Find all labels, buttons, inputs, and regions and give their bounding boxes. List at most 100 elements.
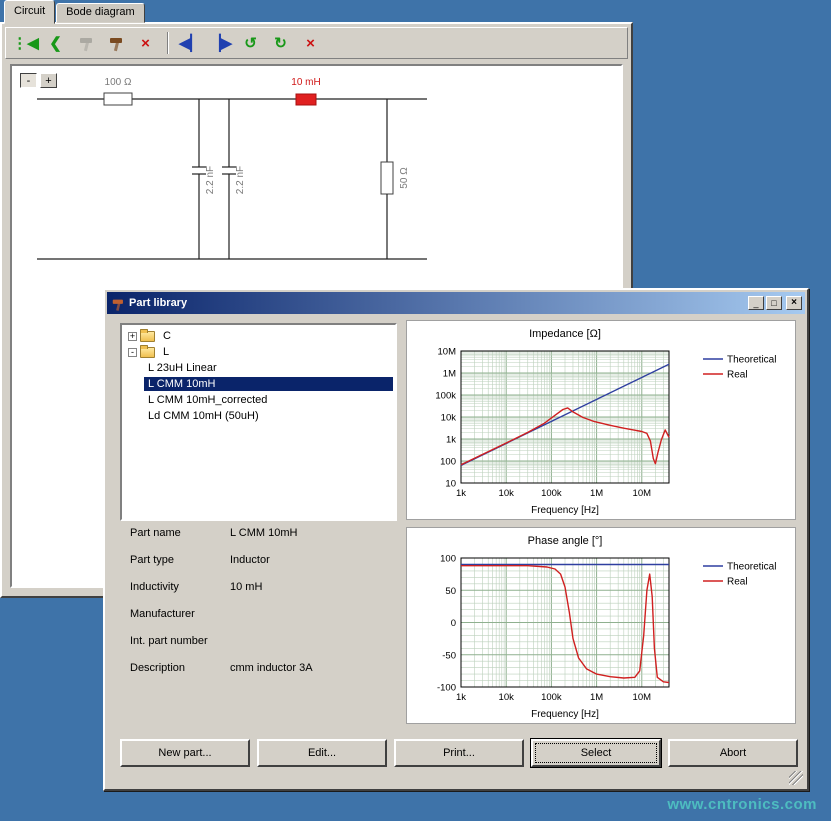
detail-row: Part typeInductor [120,554,397,581]
svg-text:1k: 1k [456,692,466,703]
svg-text:100k: 100k [435,391,456,402]
tree-folder[interactable]: +C [124,328,393,344]
tree-item[interactable]: L 23uH Linear [124,360,393,376]
edit-part-disabled-icon [72,30,99,56]
next-node-icon[interactable]: ▕▶ [207,30,234,56]
tree-item[interactable]: Ld CMM 10mH (50uH) [124,408,393,424]
svg-text:10M: 10M [438,347,457,358]
part-library-icon [110,296,125,311]
part-library-icon [108,35,124,51]
svg-text:Real: Real [727,370,748,381]
inductor-label: 10 mH [291,77,320,88]
part-library-icon[interactable] [102,30,129,56]
svg-text:10: 10 [445,479,456,490]
detail-row: Descriptioncmm inductor 3A [120,662,397,689]
delete-wire-icon[interactable]: × [297,30,324,56]
svg-text:100: 100 [440,457,456,468]
resistor-load-label: 50 Ω [399,167,410,189]
tree-item-label: L [159,345,173,359]
tree-item[interactable]: L CMM 10mH_corrected [124,392,393,408]
close-button[interactable]: × [786,296,802,310]
svg-text:50: 50 [445,586,456,597]
detail-value: cmm inductor 3A [230,662,397,674]
toolbar-separator [167,32,169,54]
insert-before-icon[interactable]: ⋮◀ [12,30,39,56]
prev-node-icon[interactable]: ◀▏ [177,30,204,56]
resistor-load[interactable] [381,162,393,194]
tab-circuit[interactable]: Circuit [4,0,55,24]
delete-part-icon[interactable]: × [132,30,159,56]
toolbar: ⋮◀❮×◀▏▕▶↺↻× [5,27,628,59]
tab-strip: Circuit Bode diagram [4,0,146,23]
select-button[interactable]: Select [531,739,661,767]
dialog-title: Part library [129,297,748,309]
zoom-controls: - + [20,73,57,88]
tree-item-label: Ld CMM 10mH (50uH) [144,409,263,423]
detail-row: Inductivity10 mH [120,581,397,608]
dialog-buttons: New part...Edit...Print...SelectAbort [108,739,808,769]
tree-folder[interactable]: -L [124,344,393,360]
detail-row: Int. part number [120,635,397,662]
edit-button[interactable]: Edit... [257,739,387,767]
svg-text:1M: 1M [590,488,603,499]
svg-text:Theoretical: Theoretical [727,562,776,573]
svg-text:100: 100 [440,554,456,565]
resize-grip[interactable] [789,771,803,785]
detail-value: Inductor [230,554,397,566]
svg-text:100k: 100k [541,488,562,499]
svg-text:Theoretical: Theoretical [727,355,776,366]
folder-icon [140,347,155,358]
part-library-dialog: Part library _ □ × +C-LL 23uH LinearL CM… [103,288,809,791]
new-part-button[interactable]: New part... [120,739,250,767]
svg-text:100k: 100k [541,692,562,703]
impedance-chart: 1k10k100k1M10M10M1M100k10k1k10010Impedan… [406,320,796,520]
maximize-button[interactable]: □ [766,296,782,310]
svg-text:Frequency [Hz]: Frequency [Hz] [531,709,599,720]
tree-item-label: L 23uH Linear [144,361,221,375]
rotate-cw-icon[interactable]: ↻ [267,30,294,56]
detail-label: Description [120,662,230,674]
dialog-body: +C-LL 23uH LinearL CMM 10mHL CMM 10mH_co… [108,315,804,786]
svg-text:Frequency [Hz]: Frequency [Hz] [531,505,599,516]
zoom-out-button[interactable]: - [20,73,37,88]
window-buttons: _ □ × [748,296,802,310]
minimize-button[interactable]: _ [748,296,764,310]
expand-icon[interactable]: + [128,332,137,341]
tree-item-label: L CMM 10mH [144,377,393,391]
insert-after-icon[interactable]: ❮ [42,30,69,56]
resistor-series[interactable] [104,93,132,105]
print-button[interactable]: Print... [394,739,524,767]
edit-part-disabled-icon [78,35,94,51]
inductor-cmm[interactable] [296,94,316,105]
svg-text:1k: 1k [456,488,466,499]
svg-text:10k: 10k [499,692,515,703]
svg-text:10k: 10k [441,413,457,424]
folder-icon [140,331,155,342]
collapse-icon[interactable]: - [128,348,137,357]
svg-text:Real: Real [727,577,748,588]
dialog-titlebar[interactable]: Part library _ □ × [107,292,805,314]
watermark: www.cntronics.com [667,796,817,813]
phase-chart: 1k10k100k1M10M100500-50-100Phase angle [… [406,527,796,724]
detail-row: Part nameL CMM 10mH [120,527,397,554]
svg-text:1M: 1M [443,369,456,380]
part-details: Part nameL CMM 10mHPart typeInductorIndu… [120,527,397,689]
tab-bode-diagram[interactable]: Bode diagram [56,3,145,23]
detail-value: L CMM 10mH [230,527,397,539]
detail-label: Part name [120,527,230,539]
capacitor1-label: 2.2 nF [205,166,216,194]
svg-text:1M: 1M [590,692,603,703]
svg-text:1k: 1k [446,435,456,446]
abort-button[interactable]: Abort [668,739,798,767]
detail-label: Manufacturer [120,608,230,620]
detail-label: Int. part number [120,635,230,647]
part-tree: +C-LL 23uH LinearL CMM 10mHL CMM 10mH_co… [120,323,397,521]
svg-text:-50: -50 [442,650,456,661]
svg-text:0: 0 [451,618,456,629]
zoom-in-button[interactable]: + [40,73,57,88]
svg-text:10k: 10k [499,488,515,499]
rotate-ccw-icon[interactable]: ↺ [237,30,264,56]
capacitor2-label: 2.2 nF [235,166,246,194]
tree-item[interactable]: L CMM 10mH [124,376,393,392]
svg-text:-100: -100 [437,683,456,694]
